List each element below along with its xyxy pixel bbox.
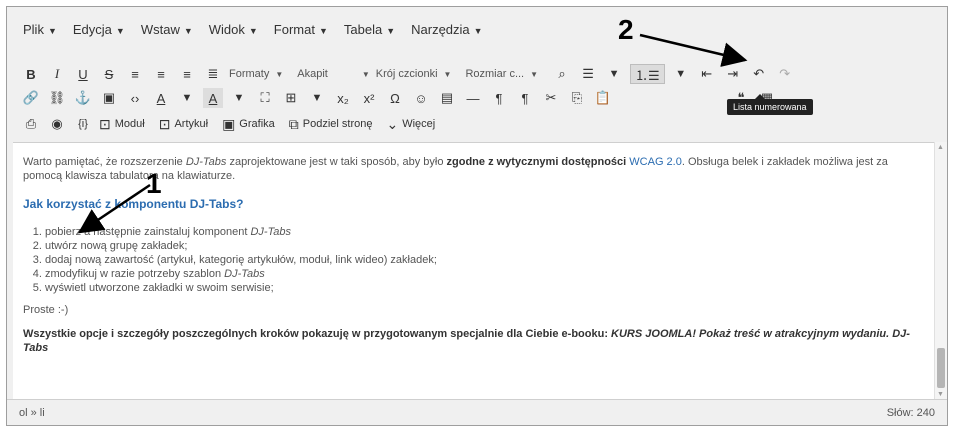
list-item: pobierz a następnie zainstaluj komponent… (45, 225, 927, 239)
page-break-button[interactable]: ⧉ Podziel stronę (289, 116, 373, 133)
rtl-icon[interactable]: ¶ (515, 88, 535, 108)
toolbar-row-1: B I U S ≡ ≡ ≡ ≣ Formaty ▼ Akapit ▼ Krój cz… (21, 63, 939, 85)
article-icon: ⊡ (158, 115, 171, 132)
outdent-icon[interactable]: ⇤ (697, 64, 717, 84)
paragraph-dropdown[interactable]: Akapit ▼ (297, 64, 370, 84)
annotation-number-1: 1 (146, 168, 162, 199)
unlink-icon[interactable]: ⛓ (47, 88, 67, 108)
text-color-caret-icon[interactable]: ▼ (177, 88, 197, 108)
insert-article-button[interactable]: ⊡ Artykuł (159, 116, 208, 133)
media-icon[interactable]: ▤ (437, 88, 457, 108)
list-item: dodaj nową zawartość (artykuł, kategorię… (45, 253, 927, 267)
numbered-list: pobierz a następnie zainstaluj komponent… (23, 225, 927, 295)
toolbar-row-3: ⎙ ◉ {i} ⊡ Moduł ⊡ Artykuł ▣ Grafika ⧉ Podzie… (21, 113, 939, 135)
bold-icon[interactable]: B (21, 64, 41, 84)
background-color-caret-icon[interactable]: ▼ (229, 88, 249, 108)
find-replace-icon[interactable]: ⌕ (552, 64, 572, 84)
ltr-icon[interactable]: ¶ (489, 88, 509, 108)
list-item: utwórz nową grupę zakładek; (45, 239, 927, 253)
fullscreen-icon[interactable]: ⛶ (255, 88, 275, 108)
align-center-icon[interactable]: ≡ (151, 64, 171, 84)
emoticons-icon[interactable]: ☺ (411, 88, 431, 108)
image-icon: ▣ (222, 115, 236, 132)
scroll-down-icon[interactable]: ▼ (937, 391, 944, 398)
table-caret-icon[interactable]: ▼ (307, 88, 327, 108)
insert-module-button[interactable]: ⊡ Moduł (99, 116, 145, 133)
subscript-icon[interactable]: x₂ (333, 88, 353, 108)
menu-wstaw[interactable]: Wstaw ▼ (141, 22, 193, 37)
module-icon: ⊡ (99, 115, 111, 132)
menu-plik[interactable]: Plik ▼ (23, 22, 57, 37)
variable-icon[interactable]: {i} (73, 114, 93, 134)
print-icon[interactable]: ⎙ (21, 114, 41, 134)
menu-edycja[interactable]: Edycja ▼ (73, 22, 125, 37)
annotation-number-2: 2 (618, 14, 634, 45)
strikethrough-icon[interactable]: S (99, 64, 119, 84)
background-color-icon[interactable]: A (203, 88, 223, 108)
scrollbar-thumb[interactable] (937, 348, 945, 388)
formats-dropdown[interactable]: Formaty ▼ (229, 64, 283, 84)
align-right-icon[interactable]: ≡ (177, 64, 197, 84)
insert-image-button[interactable]: ▣ Grafika (222, 116, 275, 133)
undo-icon[interactable]: ↶ (749, 64, 769, 84)
ebook-paragraph: Wszystkie opcje i szczegóły poszczególny… (23, 328, 910, 354)
menu-widok[interactable]: Widok ▼ (209, 22, 258, 37)
statusbar: ol » li Słów: 240 (7, 399, 947, 425)
horizontal-rule-icon[interactable]: — (463, 88, 483, 108)
cut-icon[interactable]: ✂ (541, 88, 561, 108)
content-scrollbar[interactable]: ▲ ▼ (934, 142, 947, 400)
preview-icon[interactable]: ◉ (47, 114, 67, 134)
code-icon[interactable]: ‹› (125, 88, 145, 108)
menu-tabela[interactable]: Tabela ▼ (344, 22, 395, 37)
simple-paragraph: Proste :-) (23, 304, 69, 316)
page-break-icon: ⧉ (288, 115, 299, 132)
tinymce-editor: Plik ▼ Edycja ▼ Wstaw ▼ Widok ▼ Format ▼ Tabe… (6, 6, 948, 426)
indent-icon[interactable]: ⇥ (723, 64, 743, 84)
wcag-link[interactable]: WCAG 2.0 (629, 156, 682, 168)
text-color-icon[interactable]: A (151, 88, 171, 108)
underline-icon[interactable]: U (73, 64, 93, 84)
bullet-list-caret-icon[interactable]: ▼ (604, 64, 624, 84)
link-icon[interactable]: 🔗 (21, 88, 41, 108)
align-justify-icon[interactable]: ≣ (203, 64, 223, 84)
superscript-icon[interactable]: x² (359, 88, 379, 108)
list-item: wyświetl utworzone zakładki w swoim serw… (45, 281, 927, 295)
chevron-down-icon: ⌄ (386, 115, 399, 132)
font-size-dropdown[interactable]: Rozmiar c... ▼ (465, 64, 538, 84)
element-path[interactable]: ol » li (19, 407, 45, 419)
special-char-icon[interactable]: Ω (385, 88, 405, 108)
table-icon[interactable]: ⊞ (281, 88, 301, 108)
more-button[interactable]: ⌄ Więcej (386, 116, 435, 133)
menu-format[interactable]: Format ▼ (274, 22, 328, 37)
anchor-icon[interactable]: ⚓ (73, 88, 93, 108)
redo-icon[interactable]: ↷ (775, 64, 795, 84)
word-count: Słów: 240 (886, 406, 935, 419)
numbered-list-caret-icon[interactable]: ▼ (671, 64, 691, 84)
font-family-dropdown[interactable]: Krój czcionki ▼ (376, 64, 452, 84)
align-left-icon[interactable]: ≡ (125, 64, 145, 84)
menubar: Plik ▼ Edycja ▼ Wstaw ▼ Widok ▼ Format ▼ Tabe… (7, 7, 947, 51)
numbered-list-icon[interactable]: ⒈☰ (630, 64, 665, 84)
list-item: zmodyfikuj w razie potrzeby szablon DJ-T… (45, 267, 927, 281)
menu-narzedzia[interactable]: Narzędzia ▼ (411, 22, 482, 37)
paste-icon[interactable]: 📋 (593, 88, 613, 108)
image-icon[interactable]: ▣ (99, 88, 119, 108)
scroll-up-icon[interactable]: ▲ (937, 144, 944, 151)
bullet-list-icon[interactable]: ☰ (578, 64, 598, 84)
italic-icon[interactable]: I (47, 64, 67, 84)
copy-icon[interactable]: ⎘ (567, 88, 587, 108)
